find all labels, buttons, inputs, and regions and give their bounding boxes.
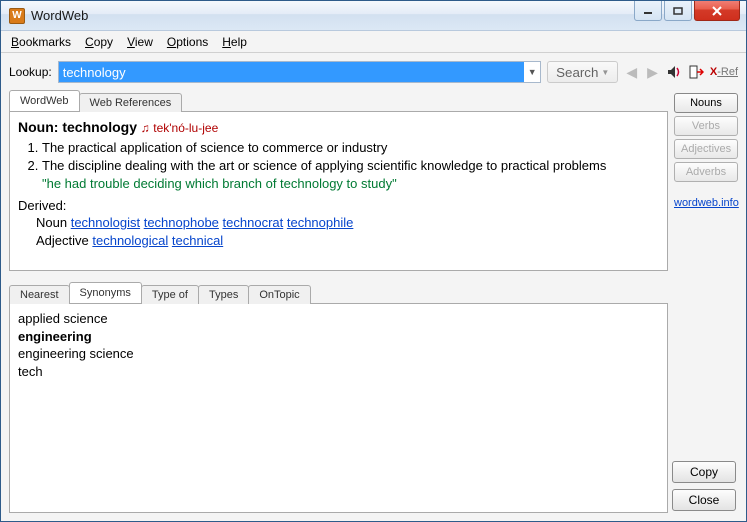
close-button[interactable]: Close [672,489,736,511]
tab-nearest[interactable]: Nearest [9,285,70,304]
synonym-item[interactable]: engineering [18,328,659,346]
tab-web-references[interactable]: Web References [79,93,183,112]
menu-view[interactable]: View [127,35,153,49]
lookup-row: Lookup: ▼ Search ▼ ◀ ▶ X-Ref [9,61,738,83]
right-column: Nouns Verbs Adjectives Adverbs wordweb.i… [674,89,738,513]
chevron-down-icon[interactable]: ▼ [524,67,540,77]
tab-types[interactable]: Types [198,285,249,304]
titlebar: W WordWeb [1,1,746,31]
synonyms-pane: applied scienceengineeringengineering sc… [9,303,668,513]
definition-pane: Noun: technology ♫ tek'nó-lu-jee The pra… [9,111,668,271]
main-row: WordWeb Web References Noun: technology … [9,89,738,513]
synonym-item[interactable]: tech [18,363,659,381]
sense-item: The discipline dealing with the art or s… [42,157,659,192]
close-window-button[interactable] [694,1,740,21]
spacer [9,271,668,281]
app-icon: W [9,8,25,24]
minimize-button[interactable] [634,1,662,21]
search-button[interactable]: Search ▼ [547,61,618,83]
pos-label: Noun: [18,119,58,135]
sense-text: The discipline dealing with the art or s… [42,158,606,173]
derived-pos: Adjective [36,233,89,248]
tab-wordweb[interactable]: WordWeb [9,90,80,111]
main-tabstrip: WordWeb Web References [9,89,668,111]
window-title: WordWeb [31,8,88,23]
derived-word-link[interactable]: technical [172,233,223,248]
search-button-label: Search [556,65,598,80]
adjectives-button[interactable]: Adjectives [674,139,738,159]
lower-tabstrip: Nearest Synonyms Type of Types OnTopic [9,281,668,303]
tab-synonyms[interactable]: Synonyms [69,282,142,303]
menu-copy[interactable]: Copy [85,35,113,49]
copy-button[interactable]: Copy [672,461,736,483]
derived-word-link[interactable]: technophile [287,215,354,230]
close-icon [711,6,723,16]
derived-label: Derived: [18,197,659,215]
lookup-combo[interactable]: ▼ [58,61,541,83]
export-icon[interactable] [688,64,704,80]
derived-pos: Noun [36,215,67,230]
window-controls [634,1,746,21]
speak-icon[interactable] [666,64,682,80]
nouns-button[interactable]: Nouns [674,93,738,113]
tab-ontopic[interactable]: OnTopic [248,285,310,304]
derived-word-link[interactable]: technologist [71,215,140,230]
minimize-icon [643,7,653,15]
menu-bookmarks[interactable]: Bookmarks [11,35,71,49]
nav-forward-button[interactable]: ▶ [645,64,660,81]
adverbs-button[interactable]: Adverbs [674,162,738,182]
chevron-down-icon: ▼ [601,68,609,77]
menubar: Bookmarks Copy View Options Help [1,31,746,53]
synonym-item[interactable]: engineering science [18,345,659,363]
sense-item: The practical application of science to … [42,139,659,157]
sense-list: The practical application of science to … [18,139,659,193]
bottom-buttons: Copy Close [672,461,736,511]
lookup-input[interactable] [59,62,524,82]
audio-icon[interactable]: ♫ [141,121,150,135]
wordweb-info-link[interactable]: wordweb.info [674,197,738,209]
tab-type-of[interactable]: Type of [141,285,199,304]
derived-word-link[interactable]: technological [92,233,168,248]
body-area: Lookup: ▼ Search ▼ ◀ ▶ X-Ref WordWeb [1,53,746,521]
headword: technology [62,119,137,135]
menu-options[interactable]: Options [167,35,208,49]
definition-heading: Noun: technology ♫ tek'nó-lu-jee [18,118,659,137]
derived-line: Noun technologist technophobe technocrat… [36,214,659,232]
derived-line: Adjective technological technical [36,232,659,250]
maximize-icon [673,7,683,15]
synonym-item[interactable]: applied science [18,310,659,328]
nav-back-button[interactable]: ◀ [624,64,639,81]
derived-word-link[interactable]: technocrat [223,215,284,230]
lookup-label: Lookup: [9,65,52,79]
verbs-button[interactable]: Verbs [674,116,738,136]
pronunciation: tek'nó-lu-jee [153,121,218,135]
menu-help[interactable]: Help [222,35,247,49]
derived-word-link[interactable]: technophobe [144,215,219,230]
sense-text: The practical application of science to … [42,140,387,155]
left-column: WordWeb Web References Noun: technology … [9,89,668,513]
app-window: W WordWeb Bookmarks Copy View Options He… [0,0,747,522]
xref-button[interactable]: X-Ref [710,66,738,78]
sense-example: "he had trouble deciding which branch of… [42,176,397,191]
maximize-button[interactable] [664,1,692,21]
